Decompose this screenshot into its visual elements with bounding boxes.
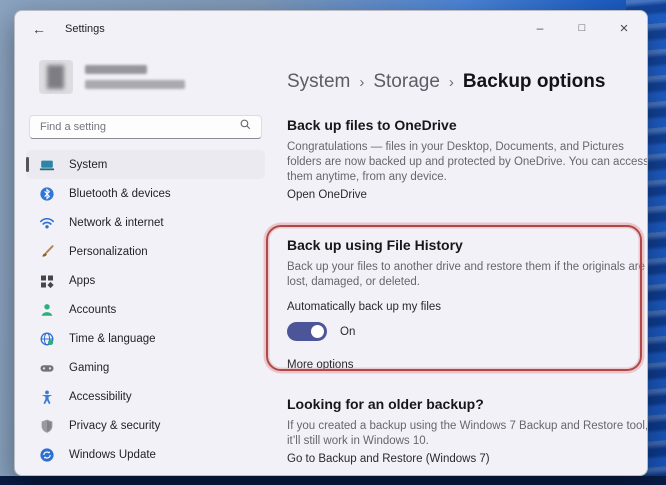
onedrive-backup-section: Back up files to OneDrive Congratulation… <box>287 116 648 201</box>
game-controller-icon <box>39 360 55 376</box>
user-email-redacted <box>85 80 185 89</box>
user-profile[interactable] <box>39 59 265 95</box>
sidebar-item-label: Privacy & security <box>69 419 161 432</box>
older-backup-description: If you created a backup using the Window… <box>287 420 648 447</box>
wifi-icon <box>39 215 55 231</box>
avatar-blurred-content <box>47 65 64 89</box>
onedrive-section-heading: Back up files to OneDrive <box>287 117 457 133</box>
search-placeholder: Find a setting <box>40 121 107 133</box>
sidebar-item-personalization[interactable]: Personalization <box>26 237 265 266</box>
toggle-knob <box>311 325 324 338</box>
sidebar-item-system[interactable]: System <box>26 150 265 179</box>
toggle-state-label: On <box>340 325 356 338</box>
sidebar-item-label: Accessibility <box>69 390 132 403</box>
window-controls: – □ × <box>519 11 645 45</box>
brush-icon <box>39 244 55 260</box>
sidebar-item-time-language[interactable]: Time & language <box>26 324 265 353</box>
chevron-right-icon: › <box>359 74 365 91</box>
person-icon <box>39 302 55 318</box>
breadcrumb-system[interactable]: System <box>287 71 350 93</box>
backup-restore-windows7-link[interactable]: Go to Backup and Restore (Windows 7) <box>287 453 647 465</box>
file-history-description: Back up your files to another drive and … <box>287 261 645 288</box>
sidebar-item-label: Windows Update <box>69 448 156 461</box>
settings-sections: Back up files to OneDrive Congratulation… <box>266 116 648 465</box>
sidebar-item-label: Network & internet <box>69 216 164 229</box>
older-backup-section: Looking for an older backup? If you crea… <box>287 395 648 465</box>
sidebar-item-label: Time & language <box>69 332 156 345</box>
sidebar-item-privacy-security[interactable]: Privacy & security <box>26 411 265 440</box>
auto-backup-toggle-row: On <box>287 322 647 341</box>
sidebar-item-label: Apps <box>69 274 96 287</box>
open-onedrive-link[interactable]: Open OneDrive <box>287 189 647 201</box>
page-title: Backup options <box>462 71 606 92</box>
more-options-link[interactable]: More options <box>287 359 647 371</box>
file-history-heading: Back up using File History <box>287 237 463 253</box>
sidebar-item-label: Bluetooth & devices <box>69 187 171 200</box>
sidebar-item-label: Gaming <box>69 361 110 374</box>
sidebar-item-windows-update[interactable]: Windows Update <box>26 440 265 469</box>
system-icon <box>39 157 55 173</box>
settings-window: ← Settings – □ × Find a setting System B… <box>14 10 648 476</box>
user-name-redacted <box>85 65 147 74</box>
older-backup-heading: Looking for an older backup? <box>287 396 484 412</box>
apps-grid-icon <box>39 273 55 289</box>
main-content: System › Storage › Backup options Back u… <box>266 47 648 475</box>
window-title: Settings <box>65 23 105 35</box>
file-history-section: Back up using File History Back up your … <box>266 225 647 371</box>
bluetooth-icon <box>39 186 55 202</box>
search-icon <box>239 118 252 136</box>
search-input[interactable]: Find a setting <box>29 115 262 139</box>
avatar <box>39 60 73 94</box>
sidebar-item-gaming[interactable]: Gaming <box>26 353 265 382</box>
sidebar-item-accounts[interactable]: Accounts <box>26 295 265 324</box>
sidebar-item-network-internet[interactable]: Network & internet <box>26 208 265 237</box>
accessibility-person-icon <box>39 389 55 405</box>
minimize-button[interactable]: – <box>519 11 561 45</box>
update-arrows-icon <box>39 447 55 463</box>
auto-backup-label: Automatically back up my files <box>287 301 442 313</box>
profile-text-redacted <box>85 65 185 89</box>
close-button[interactable]: × <box>603 11 645 45</box>
breadcrumb: System › Storage › Backup options <box>287 71 647 93</box>
chevron-right-icon: › <box>448 74 454 91</box>
sidebar-item-accessibility[interactable]: Accessibility <box>26 382 265 411</box>
sidebar-nav: System Bluetooth & devices Network & int… <box>26 150 265 469</box>
onedrive-section-description: Congratulations — files in your Desktop,… <box>287 141 648 183</box>
breadcrumb-storage[interactable]: Storage <box>373 71 440 93</box>
back-icon[interactable]: ← <box>32 22 46 36</box>
shield-icon <box>39 418 55 434</box>
window-body: Find a setting System Bluetooth & device… <box>15 47 647 475</box>
sidebar-item-apps[interactable]: Apps <box>26 266 265 295</box>
sidebar-item-label: System <box>69 158 108 171</box>
sidebar-item-bluetooth-devices[interactable]: Bluetooth & devices <box>26 179 265 208</box>
sidebar-item-label: Accounts <box>69 303 117 316</box>
globe-clock-icon <box>39 331 55 347</box>
sidebar-item-label: Personalization <box>69 245 148 258</box>
taskbar-strip <box>0 476 666 485</box>
sidebar: Find a setting System Bluetooth & device… <box>15 47 271 475</box>
titlebar: ← Settings – □ × <box>15 11 647 47</box>
auto-backup-toggle[interactable] <box>287 322 327 341</box>
maximize-button[interactable]: □ <box>561 11 603 45</box>
